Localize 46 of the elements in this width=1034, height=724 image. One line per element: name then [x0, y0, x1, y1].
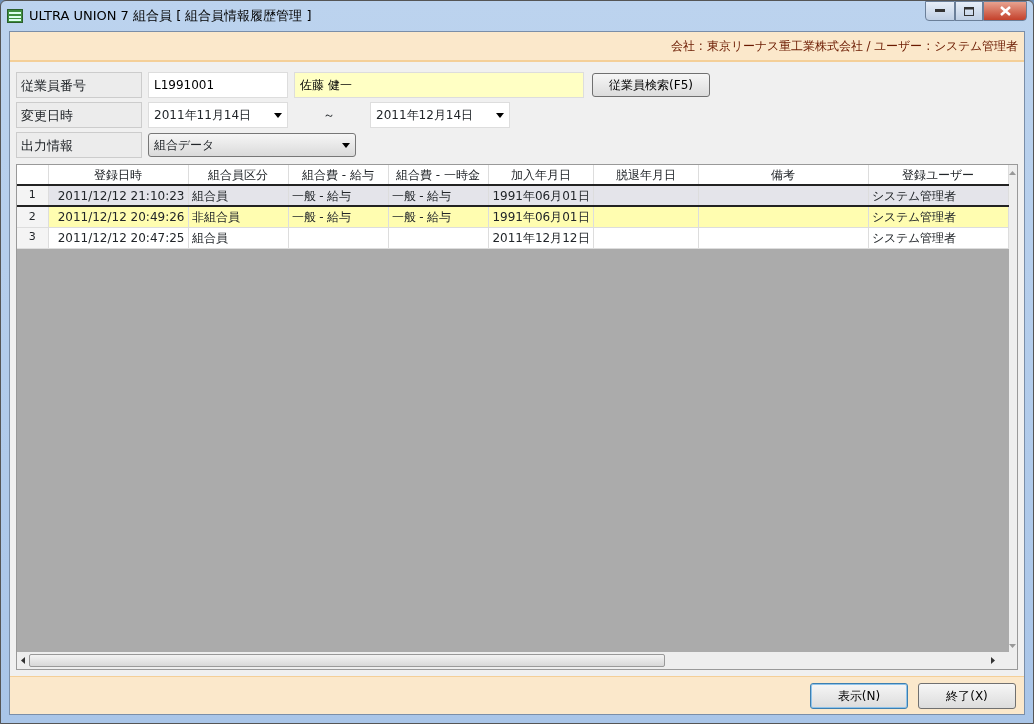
column-header[interactable]: 加入年月日	[488, 165, 593, 185]
app-icon	[7, 9, 23, 23]
caret-icon	[274, 112, 282, 118]
table-cell: 2011/12/12 21:10:23	[48, 185, 188, 206]
row-number: 2	[17, 206, 48, 227]
caret-icon	[496, 112, 504, 118]
minimize-button[interactable]	[925, 1, 955, 21]
field-label: 変更日時	[16, 102, 142, 128]
scroll-right-icon[interactable]	[991, 657, 995, 664]
range-separator: ～	[322, 107, 336, 124]
field-label: 出力情報	[16, 132, 142, 158]
company-user-label: 会社 : 東京リーナス重工業株式会社 / ユーザー : システム管理者	[671, 38, 1018, 55]
row-number: 3	[17, 227, 48, 248]
close-icon	[999, 6, 1011, 16]
column-header[interactable]: 脱退年月日	[593, 165, 698, 185]
column-header[interactable]: 組合費 - 一時金	[388, 165, 488, 185]
date-to-dropdown[interactable]: 2011年12月14日	[370, 102, 510, 128]
table-cell: 一般 - 給与	[388, 185, 488, 206]
employee-name-field[interactable]: 佐藤 健一	[294, 72, 584, 98]
table-cell: 組合員	[188, 185, 288, 206]
column-header[interactable]: 登録日時	[48, 165, 188, 185]
output-info-dropdown[interactable]: 組合データ	[148, 133, 356, 157]
display-button[interactable]: 表示(N)	[810, 682, 908, 709]
table-cell: システム管理者	[868, 185, 1008, 206]
close-button[interactable]	[983, 1, 1027, 21]
window-title: ULTRA UNION 7 組合員 [ 組合員情報履歴管理 ]	[29, 7, 312, 26]
column-header[interactable]: 備考	[698, 165, 868, 185]
column-header[interactable]: 組合費 - 給与	[288, 165, 388, 185]
scroll-left-icon[interactable]	[21, 657, 25, 664]
table-row[interactable]: 3 2011/12/12 20:47:25 組合員 2011年12月12日 システム管理者	[17, 227, 1008, 248]
table-row[interactable]: 1 2011/12/12 21:10:23 組合員 一般 - 給与 一般 - 給与 1991年06月01日 システム管理者	[17, 185, 1008, 206]
maximize-icon	[964, 6, 974, 16]
table-cell: 一般 - 給与	[288, 185, 388, 206]
employee-search-button[interactable]: 従業員検索(F5)	[592, 73, 710, 97]
column-header[interactable]: 登録ユーザー	[868, 165, 1008, 185]
row-number: 1	[17, 185, 48, 206]
exit-button[interactable]: 終了(X)	[918, 682, 1016, 709]
employee-number-field[interactable]: L1991001	[148, 72, 288, 98]
minimize-icon	[935, 9, 945, 13]
table-row[interactable]: 2 2011/12/12 20:49:26 非組合員 一般 - 給与 一般 - 給与 1991年06月01日 システム管理者	[17, 206, 1008, 227]
caret-icon	[342, 142, 350, 148]
column-header[interactable]: 組合員区分	[188, 165, 288, 185]
field-label: 従業員番号	[16, 72, 142, 98]
maximize-button[interactable]	[955, 1, 983, 21]
table-cell: 1991年06月01日	[488, 185, 593, 206]
date-from-dropdown[interactable]: 2011年11月14日	[148, 102, 288, 128]
